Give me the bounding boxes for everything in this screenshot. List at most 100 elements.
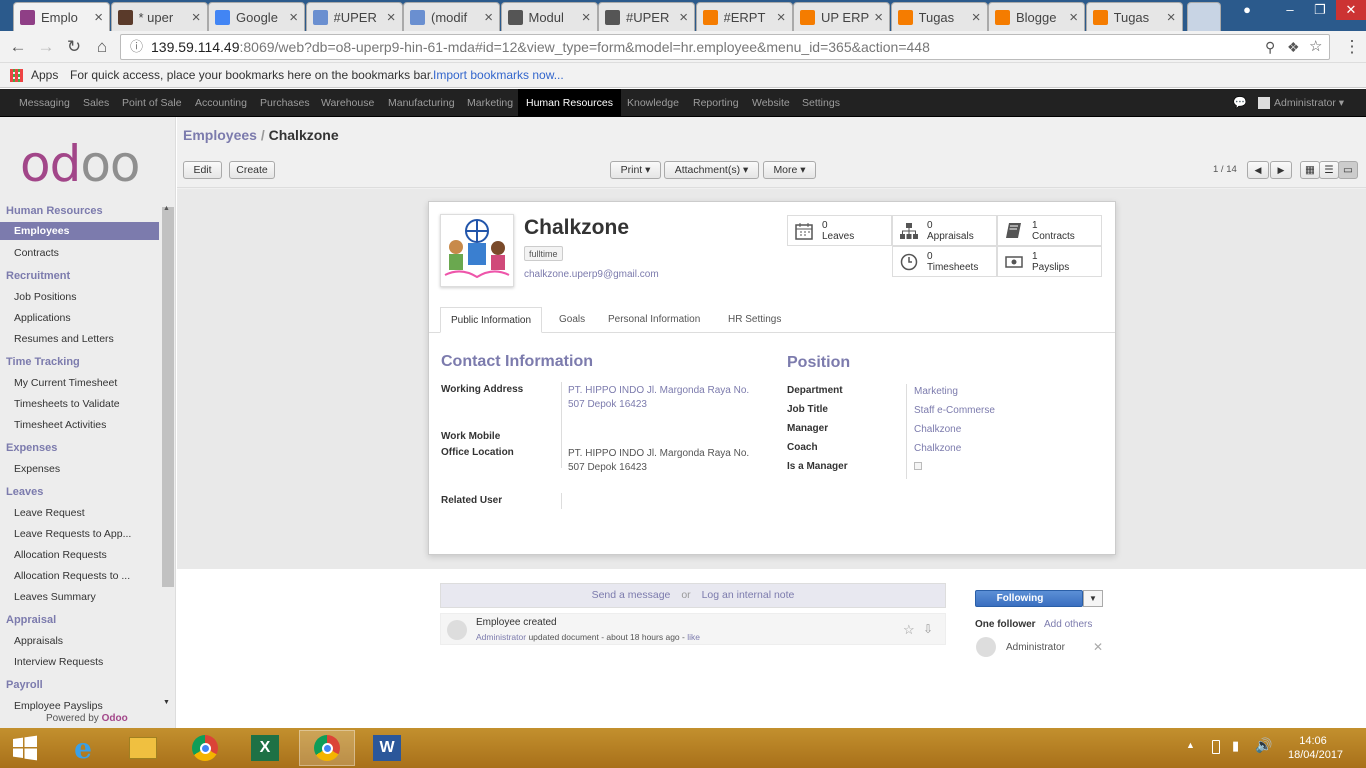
pin-icon[interactable]: ❖ <box>1287 35 1300 59</box>
tab-close-icon[interactable]: × <box>972 9 981 26</box>
browser-tab[interactable]: Tugas × <box>1085 2 1183 31</box>
menu-reporting[interactable]: Reporting <box>689 89 743 117</box>
sidebar-item-resumes-and-letters[interactable]: Resumes and Letters <box>14 333 114 345</box>
add-others-link[interactable]: Add others <box>1044 619 1092 630</box>
form-view-button[interactable]: ▭ <box>1338 161 1358 179</box>
like-link[interactable]: like <box>687 632 700 642</box>
close-window-button[interactable]: ✕ <box>1336 0 1366 20</box>
browser-tab[interactable]: Emplo × <box>13 2 110 31</box>
create-button[interactable]: Create <box>229 161 275 179</box>
leaves-stat-button[interactable]: 0 Leaves <box>787 215 892 246</box>
tab-close-icon[interactable]: × <box>192 9 201 26</box>
volume-icon[interactable]: 🔊 <box>1255 737 1272 754</box>
attachments-button[interactable]: Attachment(s) ▾ <box>664 161 759 179</box>
clock[interactable]: 14:06 18/04/2017 <box>1288 734 1343 762</box>
user-icon[interactable]: ● <box>1232 0 1262 20</box>
send-message-link[interactable]: Send a message <box>592 589 671 601</box>
payslips-stat-button[interactable]: 1 Payslips <box>997 246 1102 277</box>
follower-name[interactable]: Administrator <box>1006 642 1065 653</box>
scroll-down-icon[interactable]: ▼ <box>163 699 170 706</box>
sidebar-item-contracts[interactable]: Contracts <box>14 247 59 259</box>
reload-icon[interactable]: ↻ <box>62 37 86 57</box>
pager-prev-button[interactable]: ◀ <box>1247 161 1269 179</box>
bookmark-star-icon[interactable]: ☆ <box>1309 35 1322 59</box>
edit-button[interactable]: Edit <box>183 161 222 179</box>
message-author[interactable]: Administrator <box>476 632 526 642</box>
browser-tab[interactable]: * uper × <box>110 2 208 31</box>
browser-tab[interactable]: UP ERP × <box>793 2 890 31</box>
coach-value[interactable]: Chalkzone <box>914 442 961 456</box>
menu-settings[interactable]: Settings <box>798 89 844 117</box>
browser-tab[interactable]: #UPER × <box>598 2 695 31</box>
tab-close-icon[interactable]: × <box>1069 9 1078 26</box>
import-bookmarks-link[interactable]: Import bookmarks now... <box>433 63 564 87</box>
apps-link[interactable]: Apps <box>31 63 58 87</box>
minimize-button[interactable]: – <box>1275 0 1305 20</box>
info-icon[interactable]: ⓘ <box>130 35 143 59</box>
tab-goals[interactable]: Goals <box>549 307 595 333</box>
word-icon[interactable]: W <box>359 730 415 766</box>
following-button[interactable]: Following <box>975 590 1083 607</box>
tab-close-icon[interactable]: × <box>874 9 883 26</box>
menu-messaging[interactable]: Messaging <box>15 89 74 117</box>
browser-tab[interactable]: Google × <box>208 2 305 31</box>
tab-hr-settings[interactable]: HR Settings <box>718 307 791 333</box>
timesheets-stat-button[interactable]: 0 Timesheets <box>892 246 997 277</box>
sidebar-item-job-positions[interactable]: Job Positions <box>14 291 76 303</box>
pager-next-button[interactable]: ▶ <box>1270 161 1292 179</box>
tab-close-icon[interactable]: × <box>679 9 688 26</box>
sidebar-item-expenses[interactable]: Expenses <box>14 463 60 475</box>
employee-photo[interactable] <box>440 214 514 287</box>
apps-grid-icon[interactable] <box>10 69 23 82</box>
tab-close-icon[interactable]: × <box>777 9 786 26</box>
tab-close-icon[interactable]: × <box>94 9 103 26</box>
chat-icon[interactable]: 💬 <box>1233 96 1247 109</box>
odoo-logo[interactable]: odoo <box>20 135 141 193</box>
manager-value[interactable]: Chalkzone <box>914 423 961 437</box>
sidebar-item-leave-requests-to-app[interactable]: Leave Requests to App... <box>14 528 131 540</box>
log-note-link[interactable]: Log an internal note <box>702 589 795 601</box>
more-button[interactable]: More ▾ <box>763 161 816 179</box>
menu-icon[interactable]: ⋮ <box>1340 37 1364 57</box>
tab-public-information[interactable]: Public Information <box>440 307 543 333</box>
sidebar-item-timesheet-activities[interactable]: Timesheet Activities <box>14 419 106 431</box>
new-tab-button[interactable] <box>1187 2 1221 31</box>
browser-tab[interactable]: Tugas × <box>890 2 988 31</box>
following-dropdown-icon[interactable]: ▼ <box>1083 590 1103 607</box>
star-icon[interactable]: ☆ <box>903 622 915 638</box>
menu-purchases[interactable]: Purchases <box>256 89 314 117</box>
tab-personal-information[interactable]: Personal Information <box>598 307 710 333</box>
browser-tab[interactable]: Blogge × <box>988 2 1085 31</box>
archive-icon[interactable]: ⇩ <box>923 622 933 636</box>
address-bar[interactable]: ⓘ 139.59.114.49:8069/web?db=o8-uperp9-hi… <box>120 34 1330 60</box>
sidebar-item-allocation-requests-to[interactable]: Allocation Requests to ... <box>14 570 130 582</box>
powered-by-brand[interactable]: Odoo <box>102 713 128 724</box>
ie-icon[interactable]: e <box>55 730 111 766</box>
home-icon[interactable]: ⌂ <box>90 37 114 57</box>
employee-email[interactable]: chalkzone.uperp9@gmail.com <box>524 269 659 280</box>
sidebar-item-employee-payslips[interactable]: Employee Payslips <box>14 700 103 712</box>
browser-tab[interactable]: Modul × <box>500 2 598 31</box>
menu-human-resources[interactable]: Human Resources <box>518 89 621 117</box>
sidebar-item-allocation-requests[interactable]: Allocation Requests <box>14 549 107 561</box>
scroll-up-icon[interactable]: ▲ <box>163 205 170 212</box>
avatar[interactable] <box>1258 97 1270 109</box>
windows-start-icon[interactable] <box>0 730 50 766</box>
sidebar-item-employees[interactable]: Employees <box>0 222 159 240</box>
file-explorer-icon[interactable] <box>115 730 171 766</box>
zoom-icon[interactable]: ⚲ <box>1265 35 1275 59</box>
sidebar-item-applications[interactable]: Applications <box>14 312 71 324</box>
menu-website[interactable]: Website <box>748 89 794 117</box>
sidebar-item-leave-request[interactable]: Leave Request <box>14 507 85 519</box>
menu-accounting[interactable]: Accounting <box>191 89 251 117</box>
forward-icon[interactable]: → <box>34 37 58 57</box>
back-icon[interactable]: ← <box>6 37 30 57</box>
browser-tab[interactable]: #UPER × <box>305 2 403 31</box>
tab-close-icon[interactable]: × <box>1167 9 1176 26</box>
sidebar-item-interview-requests[interactable]: Interview Requests <box>14 656 103 668</box>
excel-icon[interactable]: X <box>237 730 293 766</box>
working-address-value[interactable]: PT. HIPPO INDO Jl. Margonda Raya No. 507… <box>568 384 768 412</box>
tab-close-icon[interactable]: × <box>387 9 396 26</box>
menu-point-of-sale[interactable]: Point of Sale <box>118 89 186 117</box>
appraisals-stat-button[interactable]: 0 Appraisals <box>892 215 997 246</box>
